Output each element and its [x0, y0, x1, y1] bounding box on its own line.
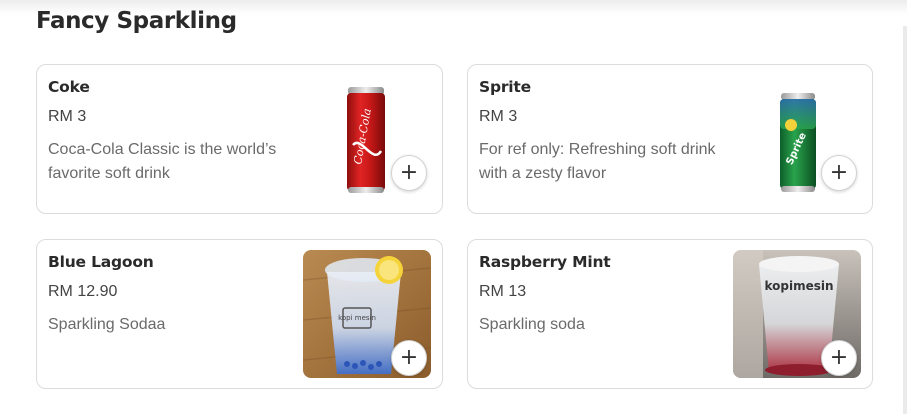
add-to-cart-button[interactable]: + — [391, 155, 427, 191]
product-name: Blue Lagoon — [48, 253, 154, 271]
product-description: Coca-Cola Classic is the world’s favorit… — [48, 141, 277, 182]
product-card-raspberry-mint[interactable]: Raspberry Mint RM 13 Sparkling soda kopi… — [467, 239, 873, 389]
plus-icon: + — [829, 160, 849, 185]
add-to-cart-button[interactable]: + — [821, 155, 857, 191]
add-to-cart-button[interactable]: + — [821, 340, 857, 376]
plus-icon: + — [399, 160, 419, 185]
product-grid: Coke RM 3 Coca-Cola Classic is the world… — [36, 64, 873, 389]
plus-icon: + — [399, 345, 419, 370]
add-to-cart-button[interactable]: + — [391, 340, 427, 376]
product-price: RM 13 — [479, 283, 527, 300]
product-description: Sparkling Sodaa — [48, 316, 166, 333]
product-name: Sprite — [479, 78, 531, 96]
plus-icon: + — [829, 345, 849, 370]
product-description: Sparkling soda — [479, 316, 585, 333]
product-price: RM 3 — [479, 108, 518, 125]
product-card-sprite[interactable]: Sprite RM 3 For ref only: Refreshing sof… — [467, 64, 873, 214]
section-title: Fancy Sparkling — [36, 8, 237, 34]
cup-logo-text: kopimesin — [764, 279, 833, 293]
product-name: Raspberry Mint — [479, 253, 611, 271]
product-price: RM 3 — [48, 108, 87, 125]
cup-logo-text: kopi mesin — [338, 314, 376, 322]
product-card-coke[interactable]: Coke RM 3 Coca-Cola Classic is the world… — [36, 64, 443, 214]
product-price: RM 12.90 — [48, 283, 118, 300]
product-card-blue-lagoon[interactable]: Blue Lagoon RM 12.90 Sparkling Sodaa kop… — [36, 239, 443, 389]
product-name: Coke — [48, 78, 90, 96]
scrollbar-track[interactable] — [903, 26, 907, 414]
product-description: For ref only: Refreshing soft drink with… — [479, 141, 716, 182]
